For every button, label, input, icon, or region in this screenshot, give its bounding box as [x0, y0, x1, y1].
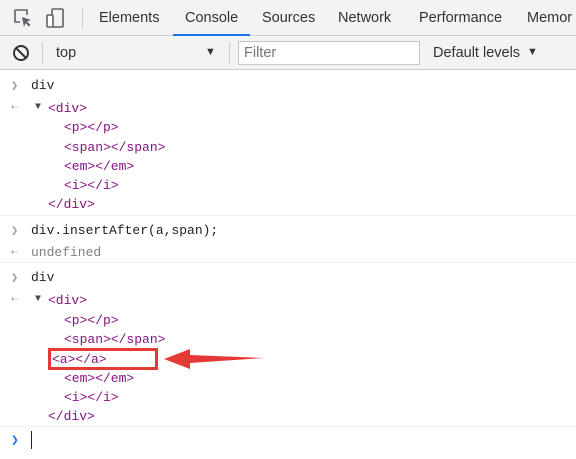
element-tag[interactable]: <span></span> [64, 140, 165, 156]
console-toolbar: top ▼ Default levels ▼ [0, 36, 576, 70]
inspect-element-icon[interactable] [12, 7, 34, 34]
toolbar-divider [82, 7, 83, 29]
dropdown-caret-icon[interactable]: ▼ [205, 46, 216, 58]
log-levels-dropdown[interactable]: Default levels [433, 36, 520, 70]
devtools-tab-bar: Elements Console Sources Network Perform… [0, 0, 576, 36]
element-tag[interactable]: <p></p> [64, 313, 119, 329]
tab-console[interactable]: Console [173, 0, 251, 36]
element-tag[interactable]: </div> [48, 409, 95, 425]
console-result-text: undefined [31, 245, 102, 260]
element-tag[interactable]: <div> [48, 293, 87, 309]
console-input-text: div.insertAfter(a,span); [31, 223, 219, 238]
tab-network[interactable]: Network [338, 0, 391, 35]
input-chevron-icon: ❯ [11, 433, 19, 448]
output-arrow-icon: ⇠ [11, 102, 18, 114]
element-tag[interactable]: <div> [48, 101, 87, 117]
element-tag[interactable]: <em></em> [64, 159, 134, 175]
element-tag[interactable]: <p></p> [64, 120, 119, 136]
context-selector[interactable]: top [56, 36, 76, 70]
element-tag[interactable]: <i></i> [64, 390, 119, 406]
dropdown-caret-icon[interactable]: ▼ [527, 46, 538, 58]
tab-sources[interactable]: Sources [262, 0, 315, 35]
expand-triangle-icon[interactable]: ▼ [35, 292, 41, 308]
toolbar-divider [42, 42, 43, 64]
annotation-arrow-icon [164, 349, 264, 369]
console-prompt-row[interactable] [0, 427, 576, 459]
tab-elements[interactable]: Elements [99, 0, 159, 35]
expand-triangle-icon[interactable]: ▼ [35, 100, 41, 116]
console-messages: ❯ div ⇠ ▼ <div> <p></p> <span></span> <e… [0, 70, 576, 459]
element-tag[interactable]: <em></em> [64, 371, 134, 387]
filter-input[interactable] [244, 43, 414, 63]
console-input-text: div [31, 78, 55, 93]
highlight-box [48, 348, 158, 370]
tab-memory[interactable]: Memor [527, 0, 572, 35]
filter-input-box[interactable] [238, 41, 420, 65]
input-chevron-icon: ❯ [11, 224, 19, 238]
output-arrow-icon: ⇠ [11, 247, 18, 259]
console-input-text: div [31, 270, 55, 285]
element-tag[interactable]: </div> [48, 197, 95, 213]
prompt-cursor [31, 431, 32, 449]
device-toggle-icon[interactable] [45, 7, 67, 34]
input-chevron-icon: ❯ [11, 271, 19, 285]
input-chevron-icon: ❯ [11, 79, 19, 93]
element-tag[interactable]: <span></span> [64, 332, 165, 348]
devtools-window: Elements Console Sources Network Perform… [0, 0, 576, 459]
clear-console-icon[interactable] [12, 44, 30, 67]
toolbar-divider [229, 42, 230, 64]
output-arrow-icon: ⇠ [11, 294, 18, 306]
element-tag[interactable]: <i></i> [64, 178, 119, 194]
tab-performance[interactable]: Performance [419, 0, 502, 35]
